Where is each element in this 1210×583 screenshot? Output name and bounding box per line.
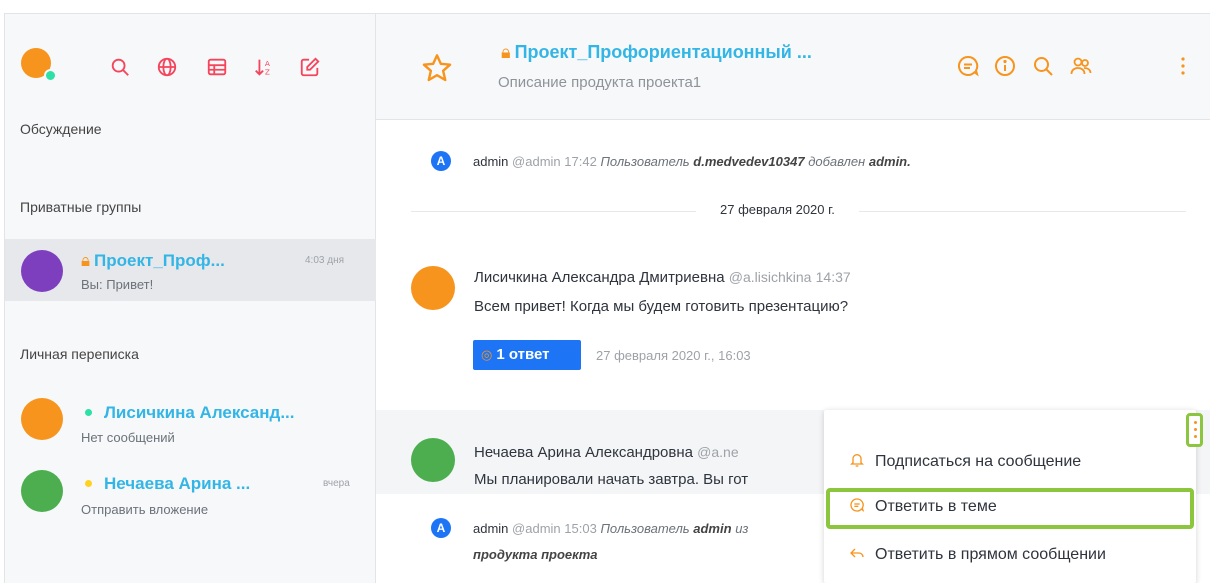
system-text: из xyxy=(735,521,749,536)
author-handle: @admin xyxy=(512,154,561,169)
system-text: Пользователь xyxy=(600,521,690,536)
system-message: admin @admin 17:42 Пользователь d.medved… xyxy=(473,154,911,169)
thread-icon: ◎ xyxy=(481,347,493,362)
search-messages-icon[interactable] xyxy=(1031,54,1055,78)
system-avatar: A xyxy=(431,151,451,171)
system-subject: admin xyxy=(693,521,732,536)
system-text: Пользователь xyxy=(600,154,690,169)
svg-text:Z: Z xyxy=(265,67,270,76)
author-name[interactable]: admin xyxy=(473,521,508,536)
system-message: admin @admin 15:03 Пользователь admin из xyxy=(473,521,748,536)
menu-item-label: Ответить в прямом сообщении xyxy=(875,546,1106,563)
author-name[interactable]: Лисичкина Александра Дмитриевна xyxy=(474,269,725,286)
system-actor: admin. xyxy=(868,154,911,169)
status-away-dot xyxy=(85,479,92,487)
status-online-dot xyxy=(85,408,92,416)
sidebar: AZ Обсуждение Приватные группы 🔒︎ Проект_… xyxy=(4,13,376,583)
date-divider: 27 февраля 2020 г. xyxy=(696,202,859,217)
message-time: 15:03 xyxy=(564,521,597,536)
kebab-menu-icon[interactable] xyxy=(1171,54,1195,78)
room-time: вчера xyxy=(323,478,350,489)
section-direct-messages: Личная переписка xyxy=(20,346,139,362)
thread-replies-button[interactable]: ◎ 1 ответ xyxy=(473,340,581,370)
highlighted-menu-item-frame xyxy=(826,488,1194,529)
members-icon[interactable] xyxy=(1069,54,1093,78)
message-text: Мы планировали начать завтра. Вы гот xyxy=(474,471,749,488)
room-name: Нечаева Арина ... xyxy=(104,474,251,493)
menu-item-label: Подписаться на сообщение xyxy=(875,453,1082,470)
message-avatar[interactable] xyxy=(411,266,455,310)
message-actions-kebab-button[interactable] xyxy=(1186,413,1203,447)
message-header: Лисичкина Александра Дмитриевна @a.lisic… xyxy=(474,269,851,286)
room-item-lisichkina[interactable]: Лисичкина Александ... Нет сообщений xyxy=(5,394,376,456)
favorite-star-icon[interactable] xyxy=(421,52,453,84)
edit-create-icon[interactable] xyxy=(299,56,321,78)
room-item-nechaeva[interactable]: Нечаева Арина ... вчера Отправить вложен… xyxy=(5,456,376,518)
room-description: Описание продукта проекта1 xyxy=(498,74,702,91)
menu-item-reply-direct[interactable]: Ответить в прямом сообщении xyxy=(849,545,1106,564)
room-header: 🔒︎ Проект_Профориентационный ... Описание… xyxy=(376,14,1210,120)
message-time: 17:42 xyxy=(564,154,597,169)
room-preview: Отправить вложение xyxy=(81,502,209,517)
sidebar-header: AZ xyxy=(5,14,375,114)
room-item-project[interactable]: 🔒︎ Проект_Проф... 4:03 дня Вы: Привет! xyxy=(5,239,376,301)
author-name[interactable]: admin xyxy=(473,154,508,169)
system-avatar: A xyxy=(431,518,451,538)
system-subject: d.medvedev10347 xyxy=(693,154,805,169)
room-avatar xyxy=(21,398,63,440)
room-name: Проект_Проф... xyxy=(94,251,225,270)
reply-count: 1 ответ xyxy=(496,346,550,363)
room-avatar xyxy=(21,250,63,292)
view-mode-icon[interactable] xyxy=(206,56,228,78)
last-reply-date: 27 февраля 2020 г., 16:03 xyxy=(596,348,751,363)
message-avatar[interactable] xyxy=(411,438,455,482)
room-avatar xyxy=(21,470,63,512)
search-icon[interactable] xyxy=(109,56,131,78)
room-title[interactable]: Проект_Профориентационный ... xyxy=(515,42,812,62)
section-private-groups: Приватные группы xyxy=(20,199,142,215)
reply-arrow-icon xyxy=(849,545,865,564)
message-header: Нечаева Арина Александровна @a.ne xyxy=(474,444,739,461)
directory-globe-icon[interactable] xyxy=(156,56,178,78)
lock-icon: 🔒︎ xyxy=(81,251,91,270)
room-preview: Вы: Привет! xyxy=(81,277,154,292)
room-preview: Нет сообщений xyxy=(81,430,175,445)
info-icon[interactable] xyxy=(993,54,1017,78)
menu-item-subscribe[interactable]: Подписаться на сообщение xyxy=(849,452,1081,471)
threads-icon[interactable] xyxy=(956,54,980,78)
sort-icon[interactable]: AZ xyxy=(253,56,275,78)
author-handle: @admin xyxy=(512,521,561,536)
bell-icon xyxy=(849,452,865,471)
room-name: Лисичкина Александ... xyxy=(104,403,295,422)
author-name[interactable]: Нечаева Арина Александровна xyxy=(474,444,693,461)
section-discussion: Обсуждение xyxy=(20,121,102,137)
message-time: 14:37 xyxy=(815,269,851,285)
online-status-indicator xyxy=(44,69,57,82)
lock-icon: 🔒︎ xyxy=(501,42,511,62)
system-text-continuation: продукта проекта xyxy=(473,547,598,562)
message-text: Всем привет! Когда мы будем готовить пре… xyxy=(474,298,849,315)
author-handle: @a.lisichkina xyxy=(728,269,812,285)
room-time: 4:03 дня xyxy=(305,255,345,266)
system-text: добавлен xyxy=(808,154,866,169)
author-handle: @a.ne xyxy=(697,444,739,460)
